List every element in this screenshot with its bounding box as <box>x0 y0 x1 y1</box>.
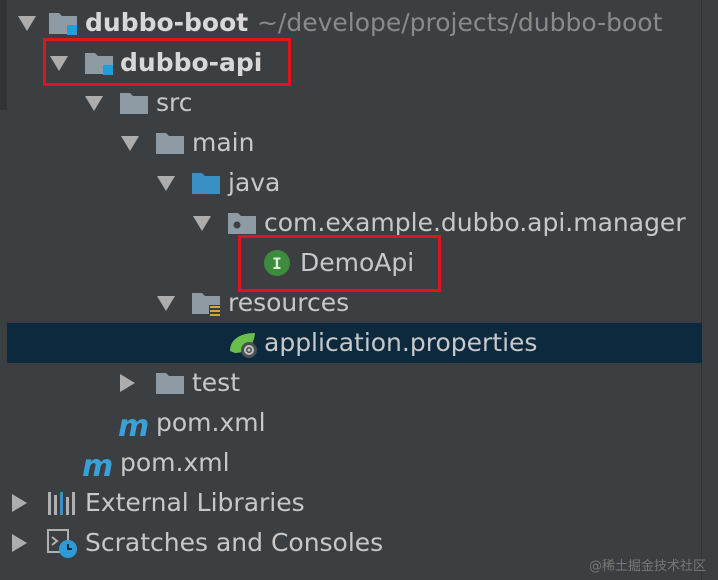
tree-row-root[interactable]: dubbo-boot ~/develope/projects/dubbo-boo… <box>0 3 702 43</box>
external-libraries-label: External Libraries <box>85 488 305 517</box>
module-folder-icon <box>48 9 78 37</box>
tree-row-src[interactable]: src <box>0 83 702 123</box>
test-label: test <box>192 368 241 397</box>
tree-row-java[interactable]: java <box>0 163 702 203</box>
libraries-icon <box>47 489 77 517</box>
chevron-down-icon[interactable] <box>18 16 36 31</box>
tree-row-test[interactable]: test <box>0 363 702 403</box>
chevron-down-icon[interactable] <box>85 96 103 111</box>
chevron-down-icon[interactable] <box>121 136 139 151</box>
chevron-right-icon[interactable] <box>120 374 135 392</box>
tree-row-application-properties[interactable]: application.properties <box>7 323 702 363</box>
maven-icon: m <box>118 409 150 444</box>
spring-properties-icon <box>227 329 261 358</box>
chevron-down-icon[interactable] <box>157 176 175 191</box>
highlight-box-dubbo-api <box>43 38 291 86</box>
folder-icon <box>155 369 185 397</box>
chevron-down-icon[interactable] <box>157 296 175 311</box>
package-icon <box>227 209 257 237</box>
resources-label: resources <box>228 288 350 317</box>
source-folder-icon <box>191 169 221 197</box>
src-label: src <box>156 88 193 117</box>
chevron-right-icon[interactable] <box>12 494 27 512</box>
right-scroll-gutter[interactable] <box>701 0 718 580</box>
java-label: java <box>228 168 281 197</box>
properties-file-label: application.properties <box>264 328 538 357</box>
folder-icon <box>155 129 185 157</box>
watermark: @稀土掘金技术社区 <box>588 559 706 574</box>
root-module-label: dubbo-boot ~/develope/projects/dubbo-boo… <box>85 8 663 37</box>
chevron-right-icon[interactable] <box>12 534 27 552</box>
root-pom-label: pom.xml <box>120 448 230 477</box>
scratches-icon <box>47 529 77 558</box>
folder-icon <box>119 89 149 117</box>
root-module-path: ~/develope/projects/dubbo-boot <box>256 8 663 37</box>
tree-row-root-pom[interactable]: m pom.xml <box>0 443 702 484</box>
tree-row-resources[interactable]: resources <box>0 283 702 323</box>
maven-icon: m <box>82 449 114 484</box>
tree-row-module-pom[interactable]: m pom.xml <box>0 403 702 444</box>
scratches-label: Scratches and Consoles <box>85 528 384 557</box>
main-label: main <box>192 128 255 157</box>
tree-row-external-libraries[interactable]: External Libraries <box>0 483 702 523</box>
resources-folder-icon <box>191 289 221 317</box>
chevron-down-icon[interactable] <box>193 216 211 231</box>
tree-row-main[interactable]: main <box>0 123 702 163</box>
module-pom-label: pom.xml <box>156 408 266 437</box>
